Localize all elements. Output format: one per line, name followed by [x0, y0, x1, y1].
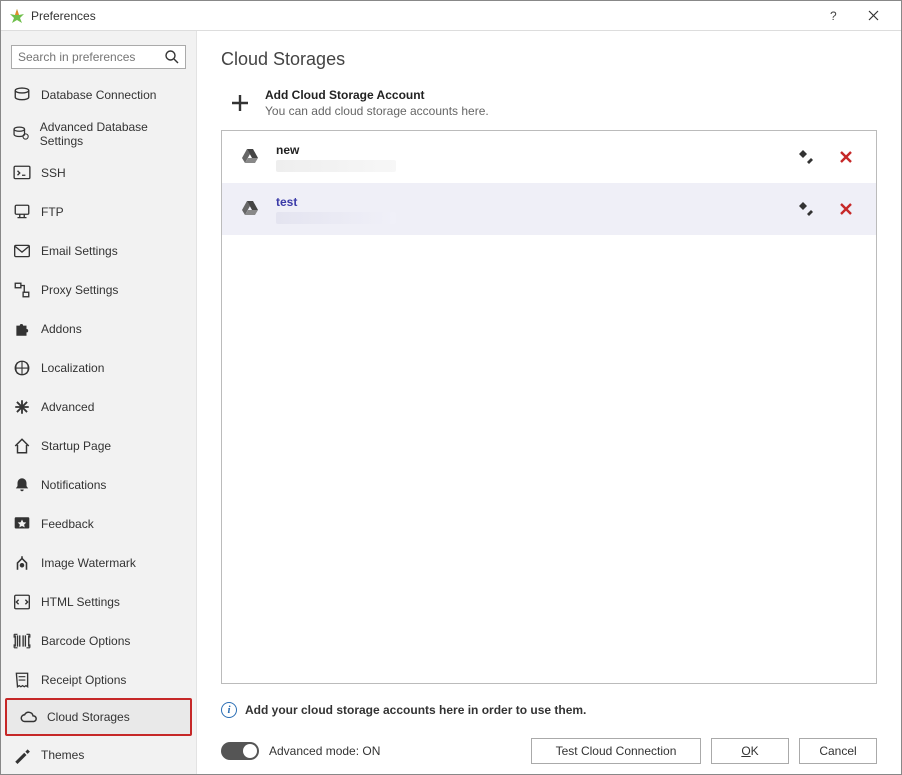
test-connection-button[interactable]: Test Cloud Connection: [531, 738, 701, 764]
sidebar-item-barcode[interactable]: Barcode Options: [1, 621, 196, 660]
sidebar-item-receipt[interactable]: Receipt Options: [1, 660, 196, 699]
sidebar-item-label: Receipt Options: [41, 673, 126, 687]
themes-icon: [13, 746, 31, 764]
sidebar: Database Connection Advanced Database Se…: [1, 31, 197, 774]
database-link-icon: [13, 86, 31, 104]
sidebar-item-label: Startup Page: [41, 439, 111, 453]
account-name: new: [276, 143, 778, 157]
home-icon: [13, 437, 31, 455]
barcode-icon: [13, 632, 31, 650]
add-account-title: Add Cloud Storage Account: [265, 88, 489, 102]
info-text: Add your cloud storage accounts here in …: [245, 703, 586, 717]
puzzle-icon: [13, 320, 31, 338]
connect-button[interactable]: [794, 197, 818, 221]
sidebar-item-database-connection[interactable]: Database Connection: [1, 75, 196, 114]
terminal-icon: [13, 164, 31, 182]
account-name: test: [276, 195, 778, 209]
sidebar-item-advanced-database[interactable]: Advanced Database Settings: [1, 114, 196, 153]
titlebar: Preferences ?: [1, 1, 901, 31]
ok-button[interactable]: OK: [711, 738, 789, 764]
sidebar-item-label: Barcode Options: [41, 634, 130, 648]
account-detail-blur: [276, 160, 396, 172]
sidebar-item-localization[interactable]: Localization: [1, 348, 196, 387]
page-title: Cloud Storages: [221, 49, 877, 70]
sidebar-item-notifications[interactable]: Notifications: [1, 465, 196, 504]
sidebar-item-startup[interactable]: Startup Page: [1, 426, 196, 465]
info-row: i Add your cloud storage accounts here i…: [221, 702, 877, 718]
cloud-icon: [19, 708, 37, 726]
ftp-icon: [13, 203, 31, 221]
plus-icon: [229, 92, 251, 114]
sidebar-item-label: Image Watermark: [41, 556, 136, 570]
add-account-subtitle: You can add cloud storage accounts here.: [265, 104, 489, 118]
search-input[interactable]: [11, 45, 186, 69]
sidebar-item-proxy[interactable]: Proxy Settings: [1, 270, 196, 309]
sidebar-list: Database Connection Advanced Database Se…: [1, 75, 196, 774]
sidebar-item-label: Addons: [41, 322, 82, 336]
google-drive-icon: [240, 199, 260, 219]
watermark-icon: [13, 554, 31, 572]
sidebar-item-watermark[interactable]: Image Watermark: [1, 543, 196, 582]
sidebar-item-label: Feedback: [41, 517, 94, 531]
sidebar-item-label: Email Settings: [41, 244, 118, 258]
star-icon: [13, 515, 31, 533]
window-title: Preferences: [31, 9, 813, 23]
search-icon: [164, 49, 180, 65]
sidebar-item-label: HTML Settings: [41, 595, 120, 609]
sidebar-item-feedback[interactable]: Feedback: [1, 504, 196, 543]
svg-text:?: ?: [830, 10, 837, 22]
asterisk-icon: [13, 398, 31, 416]
database-gear-icon: [13, 125, 30, 143]
sidebar-item-label: Notifications: [41, 478, 106, 492]
delete-button[interactable]: [834, 145, 858, 169]
account-row[interactable]: new: [222, 131, 876, 183]
sidebar-item-ftp[interactable]: FTP: [1, 192, 196, 231]
footer: Advanced mode: ON Test Cloud Connection …: [221, 732, 877, 764]
sidebar-item-ssh[interactable]: SSH: [1, 153, 196, 192]
receipt-icon: [13, 671, 31, 689]
bell-icon: [13, 476, 31, 494]
advanced-mode-toggle[interactable]: [221, 742, 259, 760]
mail-icon: [13, 242, 31, 260]
main-panel: Cloud Storages Add Cloud Storage Account…: [197, 31, 901, 774]
sidebar-item-label: SSH: [41, 166, 66, 180]
sidebar-item-themes[interactable]: Themes: [1, 735, 196, 774]
add-account-row[interactable]: Add Cloud Storage Account You can add cl…: [221, 88, 877, 118]
sidebar-item-label: Themes: [41, 748, 84, 762]
app-icon: [9, 8, 25, 24]
cancel-button[interactable]: Cancel: [799, 738, 877, 764]
sidebar-item-label: Advanced: [41, 400, 94, 414]
sidebar-item-label: Advanced Database Settings: [40, 120, 184, 148]
accounts-list: new test: [221, 130, 877, 684]
globe-icon: [13, 359, 31, 377]
sidebar-item-cloud-storages[interactable]: Cloud Storages: [5, 698, 192, 736]
help-button[interactable]: ?: [813, 2, 853, 30]
sidebar-item-label: Database Connection: [41, 88, 156, 102]
info-icon: i: [221, 702, 237, 718]
sidebar-item-label: Localization: [41, 361, 104, 375]
sidebar-item-label: Cloud Storages: [47, 710, 130, 724]
close-button[interactable]: [853, 2, 893, 30]
sidebar-item-label: Proxy Settings: [41, 283, 118, 297]
html-icon: [13, 593, 31, 611]
advanced-mode-label: Advanced mode: ON: [269, 744, 380, 758]
sidebar-item-addons[interactable]: Addons: [1, 309, 196, 348]
sidebar-item-advanced[interactable]: Advanced: [1, 387, 196, 426]
account-row[interactable]: test: [222, 183, 876, 235]
sidebar-item-html[interactable]: HTML Settings: [1, 582, 196, 621]
account-detail-blur: [276, 212, 396, 224]
sidebar-item-label: FTP: [41, 205, 64, 219]
connect-button[interactable]: [794, 145, 818, 169]
google-drive-icon: [240, 147, 260, 167]
delete-button[interactable]: [834, 197, 858, 221]
sidebar-item-email[interactable]: Email Settings: [1, 231, 196, 270]
proxy-icon: [13, 281, 31, 299]
